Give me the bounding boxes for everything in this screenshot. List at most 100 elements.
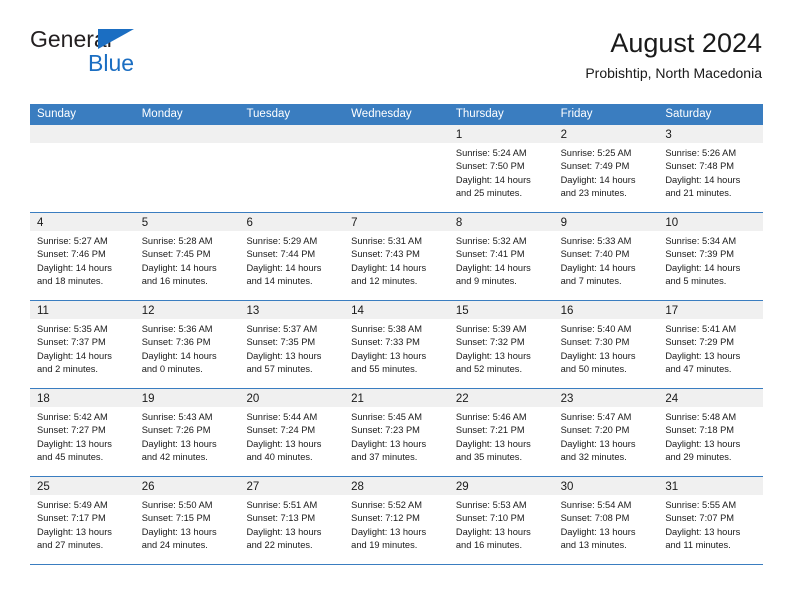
day-cell[interactable]: 10 Sunrise: 5:34 AM Sunset: 7:39 PM Dayl… [658, 213, 764, 300]
sunrise-text: Sunrise: 5:37 AM [246, 324, 318, 334]
day-cell[interactable]: 17 Sunrise: 5:41 AM Sunset: 7:29 PM Dayl… [658, 301, 764, 388]
daylight-text-line1: Daylight: 14 hours [560, 174, 636, 185]
day-number-bar: 9 [553, 213, 659, 231]
sunrise-text: Sunrise: 5:28 AM [141, 236, 213, 246]
day-cell[interactable]: 6 Sunrise: 5:29 AM Sunset: 7:44 PM Dayli… [239, 213, 345, 300]
day-cell[interactable]: 9 Sunrise: 5:33 AM Sunset: 7:40 PM Dayli… [553, 213, 659, 300]
day-number-bar: 8 [448, 213, 554, 231]
daylight-text-line2: and 16 minutes. [141, 276, 208, 287]
sunrise-text: Sunrise: 5:31 AM [351, 236, 422, 246]
daylight-text-line1: Daylight: 14 hours [37, 262, 112, 273]
day-cell[interactable]: 7 Sunrise: 5:31 AM Sunset: 7:43 PM Dayli… [344, 213, 449, 300]
day-cell[interactable]: 13 Sunrise: 5:37 AM Sunset: 7:35 PM Dayl… [239, 301, 345, 388]
sunset-text: Sunset: 7:44 PM [246, 249, 316, 260]
day-details [135, 143, 240, 147]
day-cell[interactable]: 27 Sunrise: 5:51 AM Sunset: 7:13 PM Dayl… [239, 477, 345, 564]
sunset-text: Sunset: 7:15 PM [141, 513, 211, 524]
day-number: 30 [560, 481, 574, 493]
sunrise-text: Sunrise: 5:44 AM [246, 412, 318, 422]
day-cell[interactable]: 29 Sunrise: 5:53 AM Sunset: 7:10 PM Dayl… [448, 477, 554, 564]
day-details [30, 143, 135, 147]
daylight-text-line2: and 16 minutes. [455, 540, 523, 551]
day-number-bar: 30 [553, 477, 659, 495]
weekday-header-row: Sunday Monday Tuesday Wednesday Thursday… [30, 104, 763, 125]
day-number-bar: 23 [553, 389, 659, 407]
title-block: August 2024 Probishtip, North Macedonia [585, 26, 762, 84]
daylight-text-line1: Daylight: 13 hours [351, 350, 427, 361]
day-cell[interactable]: 24 Sunrise: 5:48 AM Sunset: 7:18 PM Dayl… [658, 389, 764, 476]
daylight-text-line1: Daylight: 14 hours [351, 262, 427, 273]
day-cell[interactable]: 22 Sunrise: 5:46 AM Sunset: 7:21 PM Dayl… [448, 389, 554, 476]
day-number-bar [239, 125, 345, 143]
daylight-text-line2: and 12 minutes. [351, 276, 418, 287]
day-number-bar: 29 [448, 477, 554, 495]
day-cell[interactable]: 12 Sunrise: 5:36 AM Sunset: 7:36 PM Dayl… [134, 301, 240, 388]
sunrise-text: Sunrise: 5:27 AM [37, 236, 108, 246]
daylight-text-line2: and 5 minutes. [665, 276, 727, 287]
day-number-bar: 15 [448, 301, 554, 319]
day-cell[interactable]: 28 Sunrise: 5:52 AM Sunset: 7:12 PM Dayl… [344, 477, 449, 564]
day-cell[interactable]: 20 Sunrise: 5:44 AM Sunset: 7:24 PM Dayl… [239, 389, 345, 476]
day-cell[interactable]: 21 Sunrise: 5:45 AM Sunset: 7:23 PM Dayl… [344, 389, 449, 476]
triangle-icon [98, 29, 134, 49]
sunrise-text: Sunrise: 5:38 AM [351, 324, 422, 334]
day-cell[interactable]: 4 Sunrise: 5:27 AM Sunset: 7:46 PM Dayli… [30, 213, 135, 300]
daylight-text-line2: and 50 minutes. [560, 364, 627, 375]
day-cell[interactable]: 30 Sunrise: 5:54 AM Sunset: 7:08 PM Dayl… [553, 477, 659, 564]
sunset-text: Sunset: 7:37 PM [37, 337, 106, 348]
day-cell [30, 125, 135, 212]
day-details: Sunrise: 5:35 AM Sunset: 7:37 PM Dayligh… [30, 319, 135, 377]
sunrise-text: Sunrise: 5:43 AM [141, 412, 213, 422]
day-cell[interactable]: 16 Sunrise: 5:40 AM Sunset: 7:30 PM Dayl… [553, 301, 659, 388]
day-cell[interactable]: 5 Sunrise: 5:28 AM Sunset: 7:45 PM Dayli… [134, 213, 240, 300]
daylight-text-line2: and 23 minutes. [560, 188, 627, 199]
sunrise-text: Sunrise: 5:49 AM [37, 500, 108, 510]
sunset-text: Sunset: 7:20 PM [560, 425, 630, 436]
day-number-bar: 16 [553, 301, 659, 319]
day-details: Sunrise: 5:40 AM Sunset: 7:30 PM Dayligh… [554, 319, 659, 377]
day-details: Sunrise: 5:24 AM Sunset: 7:50 PM Dayligh… [449, 143, 554, 201]
daylight-text-line1: Daylight: 13 hours [37, 526, 112, 537]
day-cell[interactable]: 14 Sunrise: 5:38 AM Sunset: 7:33 PM Dayl… [344, 301, 449, 388]
daylight-text-line2: and 45 minutes. [37, 452, 104, 463]
daylight-text-line1: Daylight: 13 hours [141, 438, 217, 449]
day-cell[interactable]: 31 Sunrise: 5:55 AM Sunset: 7:07 PM Dayl… [658, 477, 764, 564]
logo-top-row: General [30, 26, 290, 52]
sunrise-text: Sunrise: 5:25 AM [560, 148, 632, 158]
day-cell[interactable]: 1 Sunrise: 5:24 AM Sunset: 7:50 PM Dayli… [448, 125, 554, 212]
calendar-page: General Blue August 2024 Probishtip, Nor… [0, 0, 792, 612]
general-blue-logo[interactable]: General Blue [30, 26, 290, 90]
day-cell[interactable]: 18 Sunrise: 5:42 AM Sunset: 7:27 PM Dayl… [30, 389, 135, 476]
day-cell[interactable]: 25 Sunrise: 5:49 AM Sunset: 7:17 PM Dayl… [30, 477, 135, 564]
sunset-text: Sunset: 7:27 PM [37, 425, 106, 436]
day-number: 13 [246, 305, 260, 317]
sunset-text: Sunset: 7:32 PM [455, 337, 525, 348]
day-cell[interactable]: 19 Sunrise: 5:43 AM Sunset: 7:26 PM Dayl… [134, 389, 240, 476]
day-details: Sunrise: 5:55 AM Sunset: 7:07 PM Dayligh… [658, 495, 763, 553]
day-cell[interactable]: 26 Sunrise: 5:50 AM Sunset: 7:15 PM Dayl… [134, 477, 240, 564]
day-details: Sunrise: 5:28 AM Sunset: 7:45 PM Dayligh… [135, 231, 240, 289]
sunset-text: Sunset: 7:21 PM [455, 425, 525, 436]
day-number-bar: 1 [448, 125, 554, 143]
day-number: 23 [560, 393, 574, 405]
day-number-bar: 20 [239, 389, 345, 407]
day-cell[interactable]: 3 Sunrise: 5:26 AM Sunset: 7:48 PM Dayli… [658, 125, 764, 212]
sunrise-text: Sunrise: 5:34 AM [665, 236, 737, 246]
sunrise-text: Sunrise: 5:41 AM [665, 324, 737, 334]
daylight-text-line2: and 42 minutes. [141, 452, 208, 463]
day-number-bar: 13 [239, 301, 345, 319]
day-number: 19 [141, 393, 155, 405]
sunrise-text: Sunrise: 5:40 AM [560, 324, 632, 334]
sunset-text: Sunset: 7:07 PM [665, 513, 735, 524]
day-cell[interactable]: 8 Sunrise: 5:32 AM Sunset: 7:41 PM Dayli… [448, 213, 554, 300]
day-cell[interactable]: 15 Sunrise: 5:39 AM Sunset: 7:32 PM Dayl… [448, 301, 554, 388]
day-number: 15 [455, 305, 469, 317]
sunrise-text: Sunrise: 5:48 AM [665, 412, 737, 422]
day-cell[interactable]: 2 Sunrise: 5:25 AM Sunset: 7:49 PM Dayli… [553, 125, 659, 212]
sunrise-text: Sunrise: 5:52 AM [351, 500, 422, 510]
day-number: 21 [351, 393, 364, 405]
day-cell[interactable]: 11 Sunrise: 5:35 AM Sunset: 7:37 PM Dayl… [30, 301, 135, 388]
weekday-header-friday: Friday [560, 108, 593, 120]
day-cell[interactable]: 23 Sunrise: 5:47 AM Sunset: 7:20 PM Dayl… [553, 389, 659, 476]
sunrise-text: Sunrise: 5:46 AM [455, 412, 527, 422]
